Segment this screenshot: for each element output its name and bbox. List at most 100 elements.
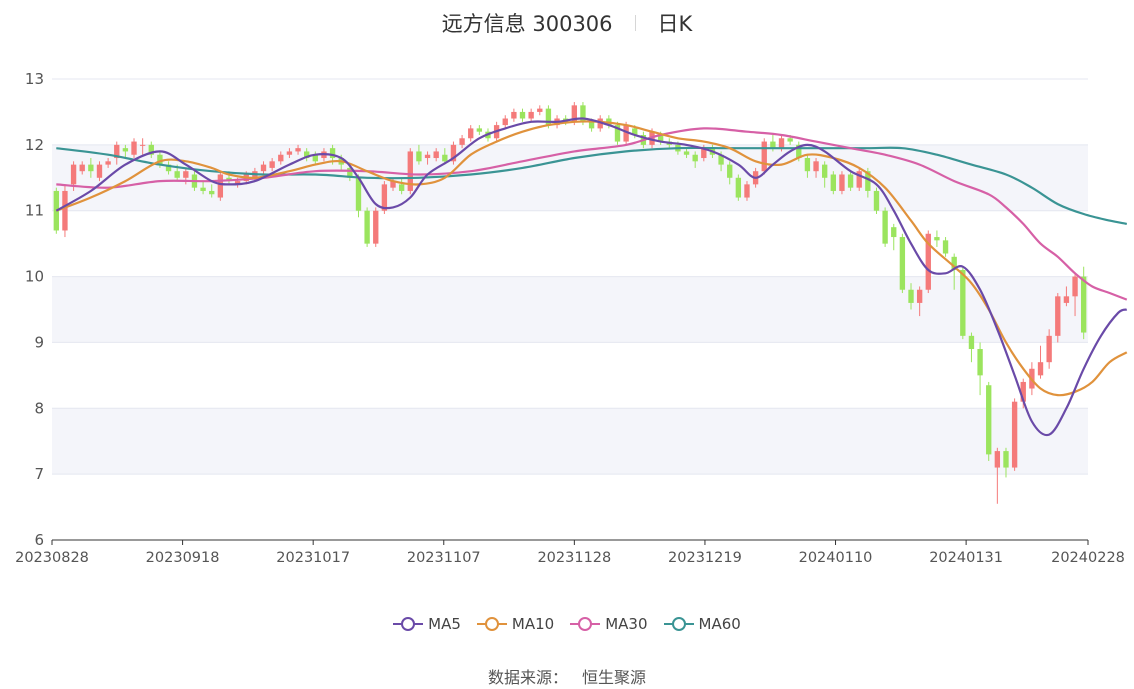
legend-item-ma5[interactable]: MA5 (393, 615, 461, 633)
candle-body (174, 171, 180, 178)
candle (761, 138, 767, 175)
candle-body (1003, 451, 1009, 468)
candle (373, 207, 379, 247)
candle (882, 207, 888, 247)
candle-body (269, 161, 275, 168)
grid-bands (52, 78, 1088, 541)
candle-body (908, 289, 914, 303)
candle-body (295, 148, 301, 152)
candle (977, 342, 983, 396)
candle (942, 237, 949, 257)
x-tick-label: 20231128 (537, 550, 611, 566)
candle (511, 108, 517, 122)
candle-body (1046, 335, 1052, 363)
candle-body (200, 187, 206, 191)
candle-body (183, 171, 189, 178)
candle (856, 167, 862, 191)
chart-legend: MA5 MA10 MA30 MA60 (0, 612, 1134, 636)
candle (468, 125, 474, 142)
candle-body (416, 151, 422, 162)
candle-body (139, 144, 146, 146)
candle-body (286, 151, 293, 155)
y-axis-labels: 6 7 8 9 10 11 12 13 (25, 70, 44, 549)
x-tick-label: 20230828 (15, 550, 89, 566)
candle (968, 332, 975, 363)
candle-body (588, 121, 595, 129)
legend-label-ma5: MA5 (428, 615, 461, 633)
candle-body (942, 240, 949, 254)
candle-body (1055, 296, 1061, 336)
legend-marker-ma10 (476, 617, 507, 631)
x-tick-label: 20230918 (146, 550, 220, 566)
candle (537, 105, 543, 116)
candle-body (822, 164, 828, 178)
candle (502, 115, 508, 129)
candle (960, 266, 966, 340)
candle-body (528, 111, 534, 119)
candle-body (122, 148, 129, 152)
candle-body (839, 174, 845, 191)
candle (839, 171, 845, 195)
candle-body (278, 154, 284, 162)
candle-body (934, 237, 940, 241)
candle (450, 141, 457, 165)
candle-body (260, 164, 267, 172)
candle-body (62, 190, 68, 231)
candle-body (899, 237, 906, 290)
y-tick-label: 8 (34, 399, 44, 417)
legend-item-ma60[interactable]: MA60 (663, 615, 741, 633)
source-value: 恒生聚源 (582, 668, 647, 687)
candle-body (96, 164, 103, 178)
y-tick-label: 13 (25, 70, 44, 88)
candle-body (511, 111, 517, 119)
candle-body (217, 174, 224, 198)
candle-body (916, 289, 923, 303)
y-tick-label: 11 (25, 202, 44, 220)
candle (62, 184, 68, 238)
candle (614, 121, 621, 145)
legend-item-ma10[interactable]: MA10 (476, 615, 555, 633)
candle-body (355, 177, 362, 211)
candle (528, 108, 534, 122)
x-tick-label: 20240228 (1051, 550, 1125, 566)
data-source: 数据来源： 恒生聚源 (0, 664, 1134, 688)
candle-body (968, 335, 975, 350)
legend-marker-ma30 (570, 617, 601, 631)
candle (1055, 293, 1061, 343)
x-tick-label: 20240131 (929, 550, 1003, 566)
candle-body (778, 138, 785, 149)
candle-body (468, 128, 474, 139)
x-tick-label: 20231107 (407, 550, 481, 566)
y-tick-label: 7 (34, 465, 44, 483)
candle-body (70, 164, 77, 185)
candle-body (131, 141, 137, 155)
candle-body (442, 154, 448, 162)
candle-body (1011, 401, 1018, 468)
candle-body (424, 154, 431, 159)
candle-body (873, 190, 880, 211)
candle-body (787, 138, 793, 142)
candle-body (433, 151, 439, 159)
kline-chart: 678910111213 20230828 20230918 20231017 202… (15, 70, 1128, 566)
source-label: 数据来源： (487, 668, 568, 687)
candle-body (830, 174, 836, 191)
candle (1037, 345, 1044, 379)
x-axis: 20230828 20230918 20231017 20231107 20231128… (15, 539, 1125, 566)
candle (364, 207, 370, 247)
candle-body (459, 138, 465, 145)
y-tick-label: 9 (34, 333, 44, 351)
candle (994, 447, 1001, 504)
candle-body (891, 227, 897, 238)
candle-body (761, 141, 767, 172)
candle-body (804, 158, 811, 172)
grid-band (52, 408, 1088, 475)
candle-body (847, 174, 854, 188)
legend-marker-ma60 (663, 617, 694, 631)
legend-item-ma30[interactable]: MA30 (570, 615, 648, 633)
x-tick-label: 20240110 (799, 550, 873, 566)
candle-body (537, 108, 543, 112)
candle (735, 174, 742, 201)
candle-body (519, 111, 526, 119)
candle-body (1072, 276, 1078, 297)
legend-label-ma10: MA10 (511, 615, 555, 633)
